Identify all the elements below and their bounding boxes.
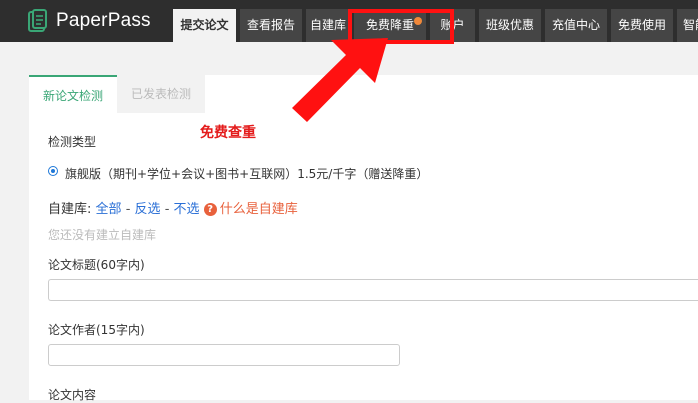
red-arrow-icon [292, 38, 388, 122]
annotation-label: 免费查重 [200, 125, 256, 141]
